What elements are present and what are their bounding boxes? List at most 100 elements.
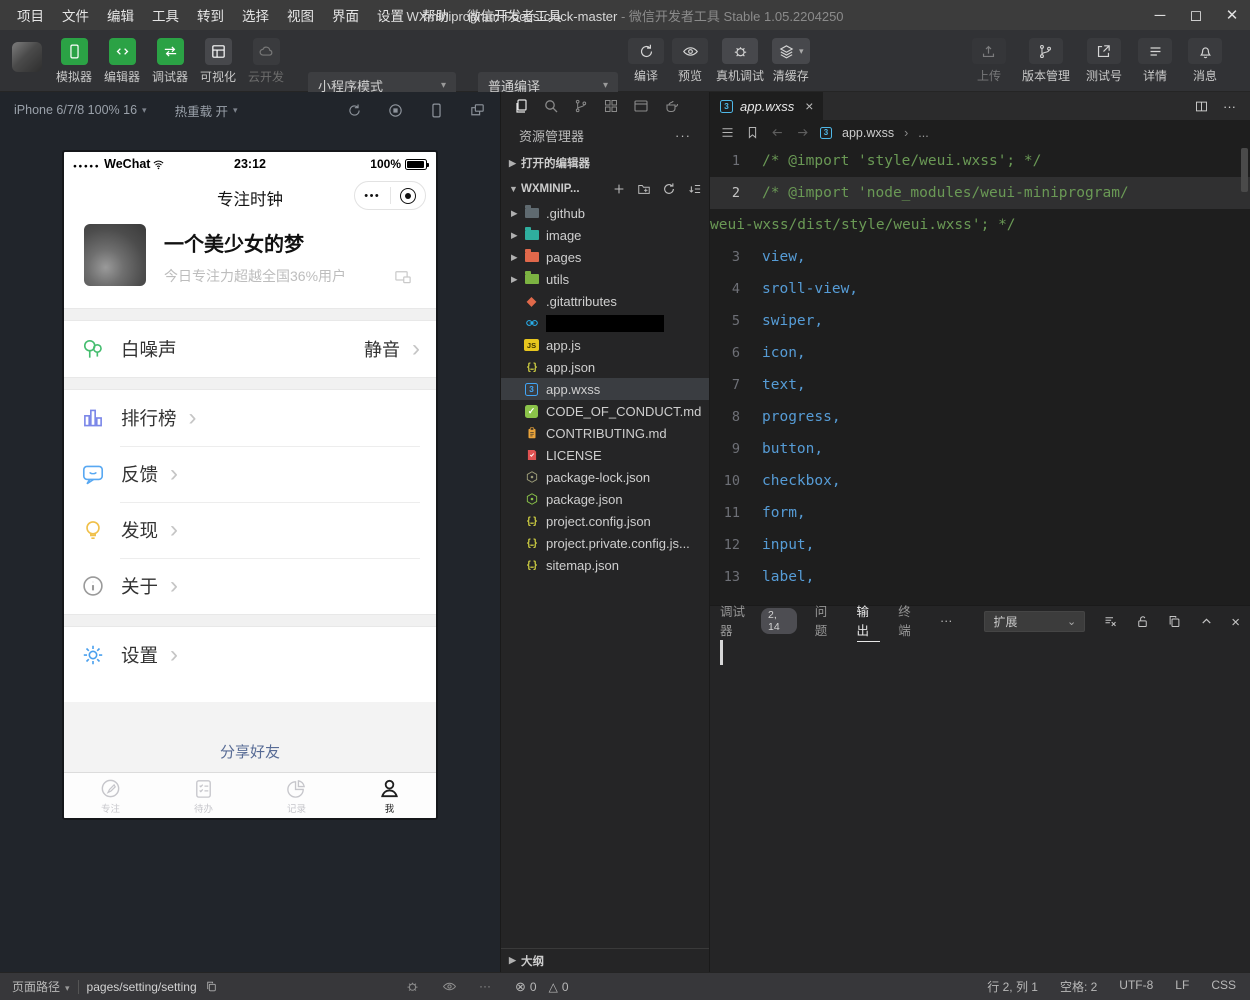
- file-tree-item[interactable]: CONTRIBUTING.md: [501, 422, 709, 444]
- list-item[interactable]: 发现: [64, 502, 436, 558]
- record-icon[interactable]: [387, 102, 404, 119]
- maximize-panel-icon[interactable]: [1199, 614, 1214, 629]
- status-bar-item[interactable]: UTF-8: [1119, 978, 1153, 995]
- code-line[interactable]: weui-wxss/dist/style/weui.wxss'; */: [710, 209, 1250, 241]
- file-tree-item[interactable]: {..} project.private.config.js...: [501, 532, 709, 554]
- phone-tab[interactable]: 记录: [250, 773, 343, 818]
- close-button[interactable]: ✕: [1214, 0, 1250, 30]
- file-tree-item[interactable]: LICENSE: [501, 444, 709, 466]
- code-line[interactable]: 12 input,: [710, 529, 1250, 561]
- split-editor-icon[interactable]: [1194, 99, 1209, 114]
- file-tree-item[interactable]: image: [501, 224, 709, 246]
- code-line[interactable]: 7 text,: [710, 369, 1250, 401]
- user-avatar[interactable]: [12, 42, 42, 72]
- status-bar-item[interactable]: CSS: [1211, 978, 1236, 995]
- code-line[interactable]: 1 /* @import 'style/weui.wxss'; */: [710, 145, 1250, 177]
- menu-item[interactable]: 设置: [370, 2, 411, 28]
- toolbar-right-button[interactable]: 详情: [1138, 38, 1172, 84]
- copy-path-icon[interactable]: [205, 980, 218, 993]
- more-menu-button[interactable]: [355, 190, 390, 202]
- toolbar-action-button[interactable]: 编译: [628, 38, 664, 84]
- project-section[interactable]: WXMINIP...: [501, 176, 709, 202]
- toolbar-right-button[interactable]: 上传: [972, 38, 1006, 84]
- toolbar-right-button[interactable]: 测试号: [1086, 38, 1122, 84]
- explorer-more-icon[interactable]: [675, 128, 691, 143]
- clear-output-icon[interactable]: [1103, 614, 1118, 629]
- hot-reload-toggle[interactable]: 热重载 开: [175, 101, 238, 120]
- extensions-icon[interactable]: [603, 98, 619, 114]
- profile-section[interactable]: 一个美少女的梦 今日专注力超越全国36%用户: [64, 216, 436, 308]
- debug-panel-tab[interactable]: 输出: [857, 601, 881, 642]
- file-tree-item[interactable]: ✓ CODE_OF_CONDUCT.md: [501, 400, 709, 422]
- back-icon[interactable]: [770, 125, 785, 140]
- code-line[interactable]: 6 icon,: [710, 337, 1250, 369]
- window-icon[interactable]: [633, 98, 649, 114]
- copy-output-icon[interactable]: [1167, 614, 1182, 629]
- status-more-icon[interactable]: [479, 979, 491, 994]
- toolbar-right-button[interactable]: 消息: [1188, 38, 1222, 84]
- menu-item[interactable]: 选择: [235, 2, 276, 28]
- output-channel-select[interactable]: 扩展: [984, 611, 1085, 632]
- close-panel-icon[interactable]: [1231, 614, 1240, 629]
- code-line[interactable]: 9 button,: [710, 433, 1250, 465]
- breadcrumb-file[interactable]: app.wxss: [842, 126, 894, 140]
- file-tree-item[interactable]: .github: [501, 202, 709, 224]
- outline-section[interactable]: 大纲: [501, 948, 709, 972]
- toolbar-action-button[interactable]: 预览: [672, 38, 708, 84]
- separate-window-icon[interactable]: [469, 102, 486, 119]
- toolbar-toggle-button[interactable]: 云开发: [242, 30, 290, 85]
- rotate-icon[interactable]: [346, 102, 363, 119]
- menu-item[interactable]: 转到: [190, 2, 231, 28]
- phone-tab[interactable]: 专注: [64, 773, 157, 818]
- code-line[interactable]: 3 view,: [710, 241, 1250, 273]
- list-item[interactable]: 排行榜: [64, 390, 436, 446]
- toolbar-action-button[interactable]: 真机调试: [716, 38, 764, 84]
- bookmark-icon[interactable]: [745, 125, 760, 140]
- toolbar-action-button[interactable]: 清缓存: [772, 38, 810, 84]
- profile-avatar[interactable]: [84, 224, 146, 286]
- code-line[interactable]: 4 sroll-view,: [710, 273, 1250, 305]
- menu-item[interactable]: 视图: [280, 2, 321, 28]
- code-line[interactable]: 2 /* @import 'node_modules/weui-miniprog…: [710, 177, 1250, 209]
- toolbar-toggle-button[interactable]: 编辑器: [98, 30, 146, 85]
- debug-more-icon[interactable]: [940, 614, 953, 628]
- collapse-all-icon[interactable]: [687, 182, 701, 196]
- file-tree-item[interactable]: pages: [501, 246, 709, 268]
- menu-item[interactable]: 工具: [145, 2, 186, 28]
- file-tree-item[interactable]: JS app.js: [501, 334, 709, 356]
- phone-tab[interactable]: 我: [343, 773, 436, 818]
- open-editors-section[interactable]: 打开的编辑器: [501, 150, 709, 176]
- minimize-button[interactable]: ─: [1142, 0, 1178, 30]
- list-item[interactable]: 白噪声 静音: [64, 321, 436, 377]
- outline-icon[interactable]: [720, 125, 735, 140]
- toolbar-toggle-button[interactable]: 调试器: [146, 30, 194, 85]
- file-tree-item[interactable]: [501, 312, 709, 334]
- file-tree-item[interactable]: {..} app.json: [501, 356, 709, 378]
- debug-panel-tab[interactable]: 调试器 2, 14: [720, 601, 797, 642]
- refresh-icon[interactable]: [662, 182, 676, 196]
- editor-scrollbar[interactable]: [1241, 148, 1248, 192]
- status-bar-item[interactable]: 空格: 2: [1060, 978, 1097, 995]
- menu-item[interactable]: 界面: [325, 2, 366, 28]
- toolbar-toggle-button[interactable]: 模拟器: [50, 30, 98, 85]
- file-tree-item[interactable]: 3 app.wxss: [501, 378, 709, 400]
- editor-more-icon[interactable]: [1223, 99, 1236, 114]
- code-line[interactable]: 5 swiper,: [710, 305, 1250, 337]
- file-tree-item[interactable]: ◆ .gitattributes: [501, 290, 709, 312]
- menu-item[interactable]: 文件: [55, 2, 96, 28]
- editor-tab[interactable]: 3 app.wxss: [710, 92, 823, 120]
- close-tab-icon[interactable]: [805, 98, 813, 114]
- code-line[interactable]: 13 label,: [710, 561, 1250, 593]
- appearance-icon[interactable]: [663, 98, 679, 114]
- file-tree-item[interactable]: package-lock.json: [501, 466, 709, 488]
- list-item[interactable]: 反馈: [64, 446, 436, 502]
- file-tree-item[interactable]: {..} project.config.json: [501, 510, 709, 532]
- code-line[interactable]: 10 checkbox,: [710, 465, 1250, 497]
- menu-item[interactable]: 项目: [10, 2, 51, 28]
- search-icon[interactable]: [543, 98, 559, 114]
- file-tree-item[interactable]: {..} sitemap.json: [501, 554, 709, 576]
- menu-item[interactable]: 编辑: [100, 2, 141, 28]
- debug-icon[interactable]: [405, 979, 420, 994]
- problems-indicator[interactable]: 0 0: [515, 979, 569, 995]
- files-icon[interactable]: [513, 98, 529, 114]
